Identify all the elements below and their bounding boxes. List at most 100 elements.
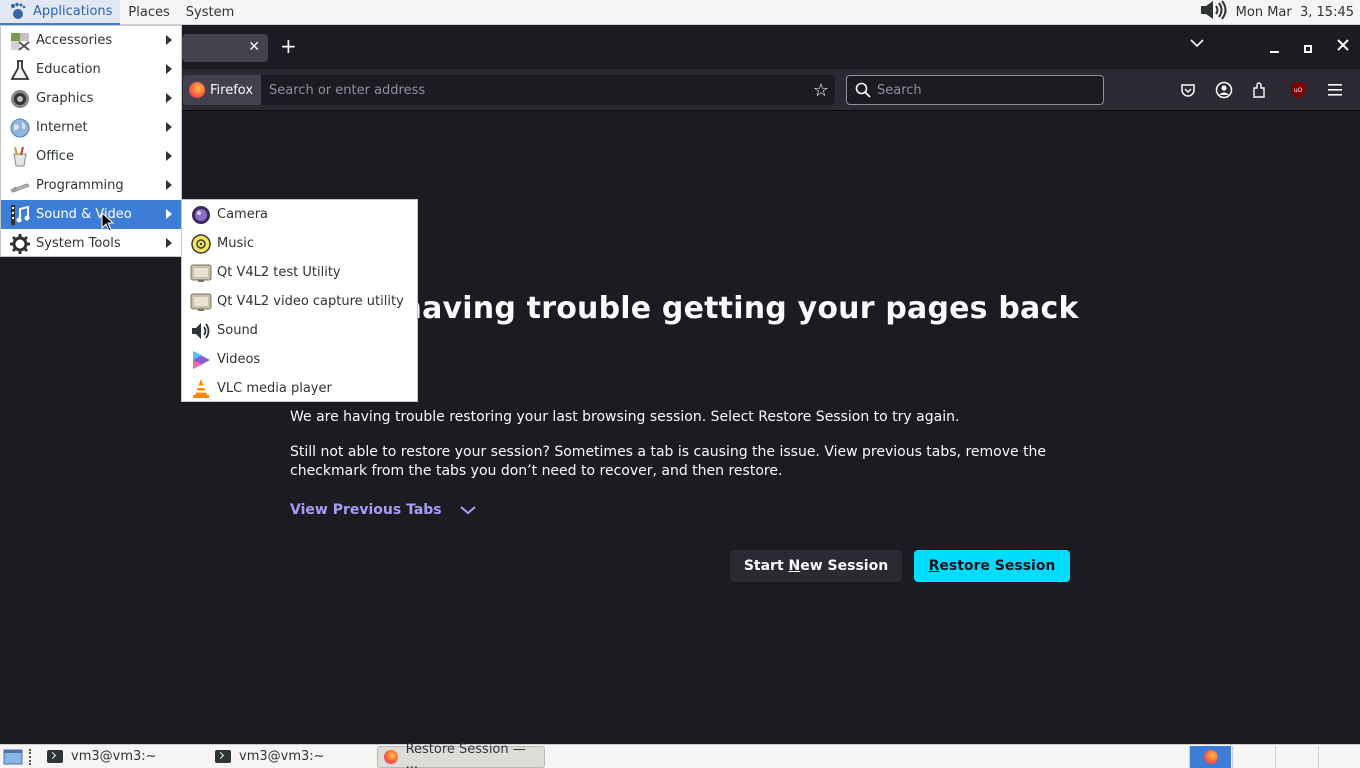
workspace-3[interactable] xyxy=(1275,746,1317,768)
new-tab-icon[interactable]: + xyxy=(280,36,297,56)
gnome-foot-icon xyxy=(8,1,28,21)
url-bar[interactable]: Firefox Search or enter address ☆ xyxy=(183,75,835,105)
menu-item-office[interactable]: Office xyxy=(1,142,181,171)
menu-item-accessories[interactable]: Accessories xyxy=(1,26,181,55)
sound-icon xyxy=(190,320,212,342)
places-label: Places xyxy=(128,4,170,20)
submenu-arrow-icon xyxy=(166,209,172,219)
menu-item-label: VLC media player xyxy=(217,381,332,396)
menu-item-label: Education xyxy=(36,62,101,77)
menu-item-graphics[interactable]: Graphics xyxy=(1,84,181,113)
maximize-icon[interactable] xyxy=(1304,42,1312,57)
view-previous-tabs-toggle[interactable]: View Previous Tabs xyxy=(290,502,476,518)
menu-item-label: Graphics xyxy=(36,91,94,106)
task-label: Restore Session — ... xyxy=(405,741,526,768)
qvidcap-icon xyxy=(190,291,212,313)
identity-box[interactable]: Firefox xyxy=(183,75,262,105)
submenu-arrow-icon xyxy=(166,122,172,132)
places-menu-button[interactable]: Places xyxy=(120,0,177,25)
menu-item-label: Videos xyxy=(217,352,261,367)
chevron-down-icon xyxy=(459,506,476,515)
menu-item-system-tools[interactable]: System Tools xyxy=(1,229,181,258)
menu-item-qt-v4l2-test[interactable]: Qt V4L2 test Utility xyxy=(182,258,417,287)
view-previous-tabs-label: View Previous Tabs xyxy=(290,502,442,518)
menu-item-label: Sound & Video xyxy=(36,207,132,222)
menu-item-label: Qt V4L2 test Utility xyxy=(217,265,341,280)
education-icon xyxy=(9,59,31,81)
camera-icon xyxy=(190,204,212,226)
menu-item-sound[interactable]: Sound xyxy=(182,316,417,345)
restore-help-text: Still not able to restore your session? … xyxy=(290,444,1047,479)
workspace-2[interactable] xyxy=(1232,746,1274,768)
menu-item-label: Camera xyxy=(217,207,269,222)
clock[interactable]: Mon Mar 3, 15:45 xyxy=(1236,5,1354,20)
volume-icon[interactable] xyxy=(1200,0,1230,24)
workspace-1[interactable] xyxy=(1189,746,1231,768)
task-label: vm3@vm3:~ xyxy=(71,749,157,764)
list-all-tabs-icon[interactable] xyxy=(1190,37,1204,52)
bottom-panel: vm3@vm3:~ vm3@vm3:~ Restore Session — ..… xyxy=(0,742,1360,768)
videos-icon xyxy=(190,349,212,371)
mouse-cursor-icon xyxy=(101,211,115,236)
submenu-arrow-icon xyxy=(166,180,172,190)
identity-label: Firefox xyxy=(210,82,254,98)
menu-item-sound-video[interactable]: Sound & Video xyxy=(1,200,181,229)
tab-close-icon[interactable]: ✕ xyxy=(248,39,260,55)
qv4l2-icon xyxy=(190,262,212,284)
search-bar[interactable]: Search xyxy=(846,75,1104,105)
system-label: System xyxy=(185,4,235,20)
restore-session-button[interactable]: Restore Session xyxy=(914,550,1070,582)
menu-item-camera[interactable]: Camera xyxy=(182,200,417,229)
submenu-arrow-icon xyxy=(166,35,172,45)
menu-item-internet[interactable]: Internet xyxy=(1,113,181,142)
start-new-session-button[interactable]: Start New Session xyxy=(730,550,902,582)
graphics-icon xyxy=(9,88,31,110)
menu-item-label: Music xyxy=(217,236,254,251)
submenu-arrow-icon xyxy=(166,151,172,161)
menu-item-videos[interactable]: Videos xyxy=(182,345,417,374)
browser-nav-bar: Firefox Search or enter address ☆ Search… xyxy=(0,69,1360,111)
restore-info-text: We are having trouble restoring your las… xyxy=(290,409,960,425)
pocket-icon[interactable] xyxy=(1178,80,1198,100)
browser-tab[interactable]: ✕ xyxy=(182,34,268,62)
menu-item-education[interactable]: Education xyxy=(1,55,181,84)
applications-menu-button[interactable]: Applications xyxy=(0,0,121,25)
applications-menu: Accessories Education Graphics Internet … xyxy=(0,25,182,257)
account-icon[interactable] xyxy=(1214,80,1234,100)
menu-item-programming[interactable]: Programming xyxy=(1,171,181,200)
show-desktop-icon[interactable] xyxy=(3,748,23,766)
panel-separator xyxy=(29,748,33,765)
firefox-logo-icon xyxy=(384,749,398,764)
office-icon xyxy=(9,146,31,168)
menu-item-vlc[interactable]: VLC media player xyxy=(182,374,417,403)
taskbar-item-terminal-1[interactable]: vm3@vm3:~ xyxy=(41,746,205,768)
close-icon[interactable] xyxy=(1337,39,1349,55)
system-tools-icon xyxy=(9,233,31,255)
menu-item-label: Internet xyxy=(36,120,88,135)
terminal-icon xyxy=(47,750,63,763)
bookmark-star-icon[interactable]: ☆ xyxy=(813,80,829,101)
workspace-4[interactable] xyxy=(1318,746,1360,768)
url-input[interactable]: Search or enter address xyxy=(269,83,813,98)
applications-label: Applications xyxy=(33,3,113,19)
system-menu-button[interactable]: System xyxy=(178,0,242,25)
sound-video-submenu: Camera Music Qt V4L2 test Utility Qt V4L… xyxy=(181,199,418,402)
task-label: vm3@vm3:~ xyxy=(239,749,325,764)
sound-video-icon xyxy=(9,204,31,226)
menu-item-label: Office xyxy=(36,149,74,164)
minimize-icon[interactable] xyxy=(1270,43,1280,58)
search-icon xyxy=(855,82,871,98)
menu-item-label: Programming xyxy=(36,178,124,193)
extensions-icon[interactable] xyxy=(1250,80,1270,100)
taskbar-item-firefox[interactable]: Restore Session — ... xyxy=(377,742,545,768)
menu-item-label: Sound xyxy=(217,323,258,338)
menu-item-qt-v4l2-capture[interactable]: Qt V4L2 video capture utility xyxy=(182,287,417,316)
taskbar-item-terminal-2[interactable]: vm3@vm3:~ xyxy=(209,746,373,768)
menu-item-label: Qt V4L2 video capture utility xyxy=(217,294,404,309)
ublock-origin-icon[interactable]: uO xyxy=(1288,80,1308,100)
hamburger-menu-icon[interactable] xyxy=(1326,80,1346,100)
music-icon xyxy=(190,233,212,255)
internet-icon xyxy=(9,117,31,139)
menu-item-music[interactable]: Music xyxy=(182,229,417,258)
search-input[interactable]: Search xyxy=(877,83,922,98)
